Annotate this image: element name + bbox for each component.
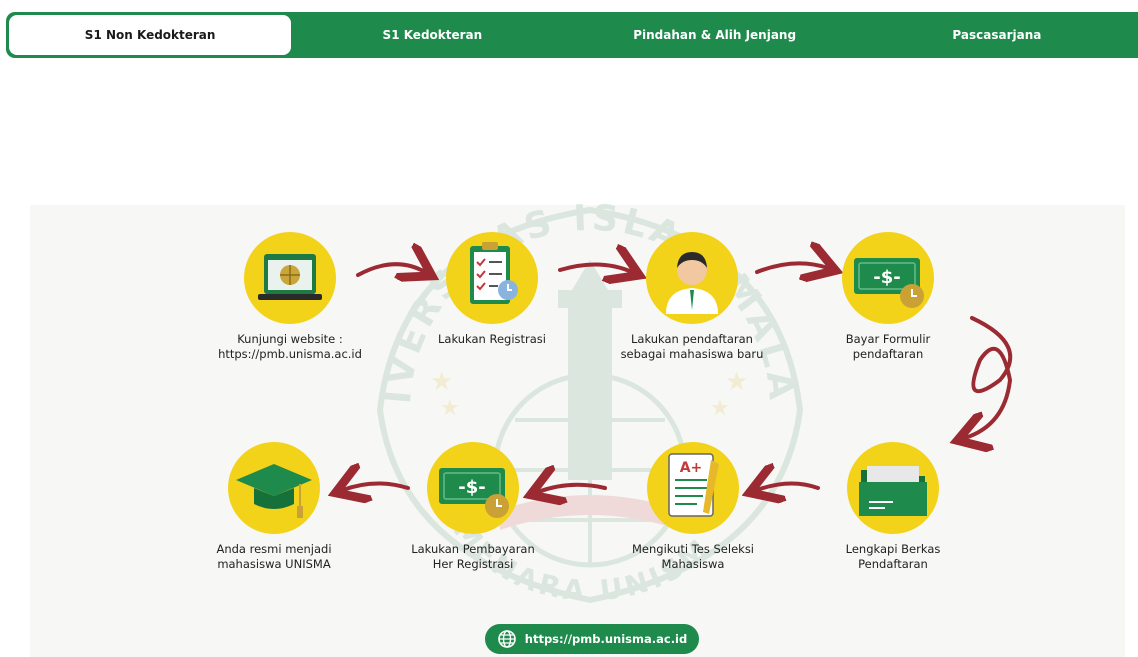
tab-s1-non-kedokteran[interactable]: S1 Non Kedokteran (9, 15, 292, 55)
step-2-registration: Lakukan Registrasi (397, 230, 587, 347)
step-1-label: Kunjungi website : https://pmb.unisma.ac… (218, 332, 362, 361)
website-url-label: https://pmb.unisma.ac.id (524, 632, 688, 646)
svg-text:★: ★ (430, 367, 453, 397)
step-1-visit-website: Kunjungi website : https://pmb.unisma.ac… (195, 230, 385, 362)
step-4-pay-form: -$- Bayar Formulir pendaftaran (793, 230, 983, 362)
svg-text:-$-: -$- (458, 477, 485, 498)
step-3-label: Lakukan pendaftaran sebagai mahasiswa ba… (620, 332, 764, 361)
globe-icon (497, 630, 516, 648)
step-5-complete-documents: Lengkapi Berkas Pendaftaran (798, 440, 988, 572)
step-4-label: Bayar Formulir pendaftaran (845, 332, 931, 361)
svg-text:A+: A+ (680, 460, 703, 476)
website-url-button[interactable]: https://pmb.unisma.ac.id (485, 624, 699, 654)
step-7-label: Lakukan Pembayaran Her Registrasi (411, 542, 535, 571)
svg-text:★: ★ (440, 396, 460, 421)
money-bill-clock-icon: -$- (842, 232, 934, 324)
student-avatar-icon (646, 232, 738, 324)
step-8-official-student: Anda resmi menjadi mahasiswa UNISMA (179, 440, 369, 572)
money-bill-clock-icon: -$- (427, 442, 519, 534)
step-8-label: Anda resmi menjadi mahasiswa UNISMA (216, 542, 332, 571)
globe-laptop-icon (244, 232, 336, 324)
tab-pascasarjana[interactable]: Pascasarjana (856, 15, 1138, 55)
program-tabs: S1 Non Kedokteran S1 Kedokteran Pindahan… (6, 12, 1138, 58)
graduation-cap-icon (228, 442, 320, 534)
tab-s1-kedokteran[interactable]: S1 Kedokteran (291, 15, 573, 55)
step-7-re-registration-payment: -$- Lakukan Pembayaran Her Registrasi (378, 440, 568, 572)
step-2-label: Lakukan Registrasi (437, 332, 546, 346)
clipboard-checklist-icon (446, 232, 538, 324)
tab-pindahan-alih-jenjang[interactable]: Pindahan & Alih Jenjang (574, 15, 856, 55)
step-5-label: Lengkapi Berkas Pendaftaran (845, 542, 941, 571)
svg-text:-$-: -$- (873, 267, 900, 288)
exam-paper-icon: A+ (647, 442, 739, 534)
step-3-new-student-signup: Lakukan pendaftaran sebagai mahasiswa ba… (597, 230, 787, 362)
svg-text:★: ★ (710, 396, 730, 421)
svg-text:★: ★ (725, 367, 748, 397)
step-6-label: Mengikuti Tes Seleksi Mahasiswa (631, 542, 755, 571)
folder-icon (847, 442, 939, 534)
step-6-selection-test: A+ Mengikuti Tes Seleksi Mahasiswa (598, 440, 788, 572)
